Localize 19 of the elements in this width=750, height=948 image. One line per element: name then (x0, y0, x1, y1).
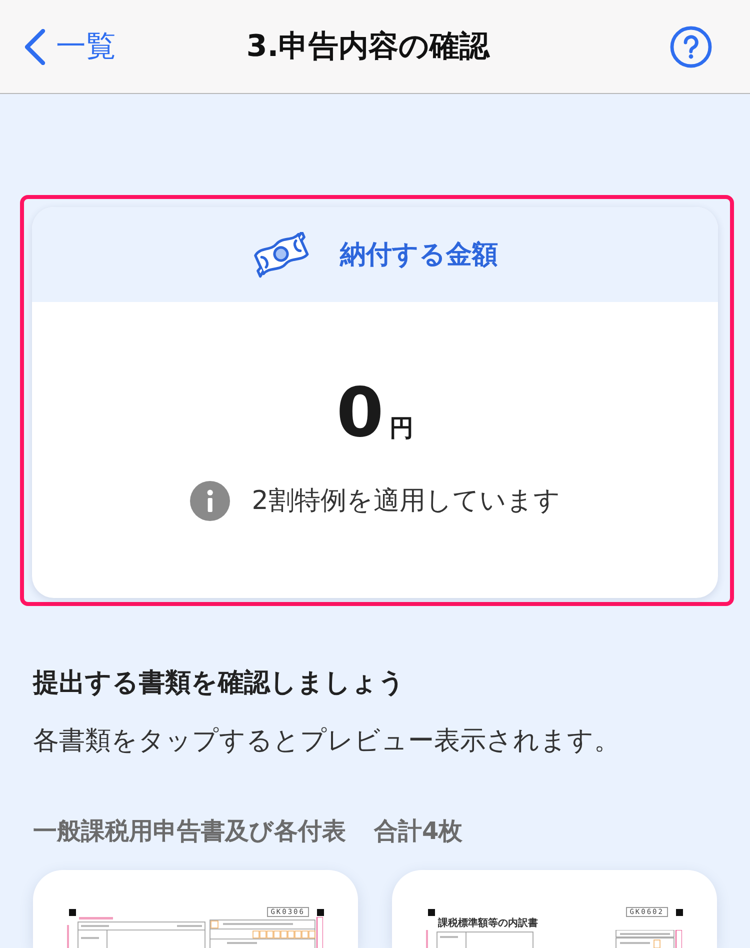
note-text: 2割特例を適用しています (252, 485, 560, 518)
group-count: 合計4枚 (374, 816, 463, 846)
help-icon[interactable] (670, 26, 712, 68)
section-heading: 提出する書類を確認しましょう (33, 668, 405, 698)
description-text: 各書類をタップするとプレビュー表示されます。 (33, 726, 620, 756)
form-title: 課税標準額等の内訳書 (438, 918, 538, 930)
group-title: 一般課税用申告書及び各付表 (33, 816, 346, 846)
registration-mark-icon (317, 908, 324, 916)
currency-unit: 円 (390, 413, 414, 443)
amount-value: 0 (336, 378, 384, 450)
banknote-icon (252, 232, 310, 278)
back-button[interactable]: 一覧 (24, 26, 116, 66)
registration-mark-icon (69, 908, 76, 916)
info-icon (190, 481, 230, 521)
registration-mark-icon (676, 908, 683, 916)
card-heading: 納付する金額 (340, 239, 498, 272)
screen-title: 3.申告内容の確認 (246, 28, 490, 66)
chevron-left-icon (24, 28, 46, 64)
registration-mark-icon (428, 908, 435, 916)
